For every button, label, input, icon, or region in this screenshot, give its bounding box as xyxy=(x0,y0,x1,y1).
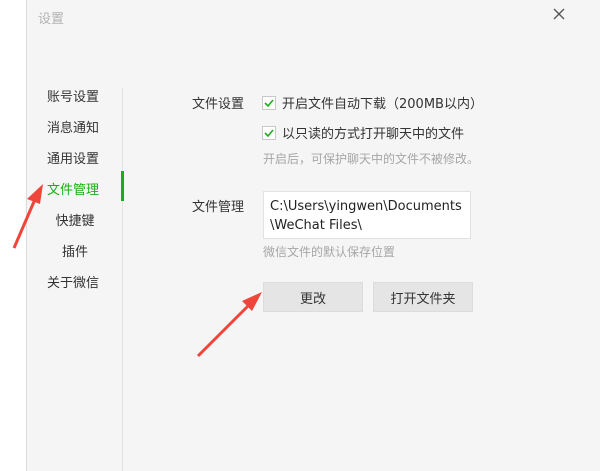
annotation-arrow-change xyxy=(196,292,262,358)
annotation-arrows xyxy=(12,184,262,358)
annotation-arrow-sidebar xyxy=(12,184,43,249)
